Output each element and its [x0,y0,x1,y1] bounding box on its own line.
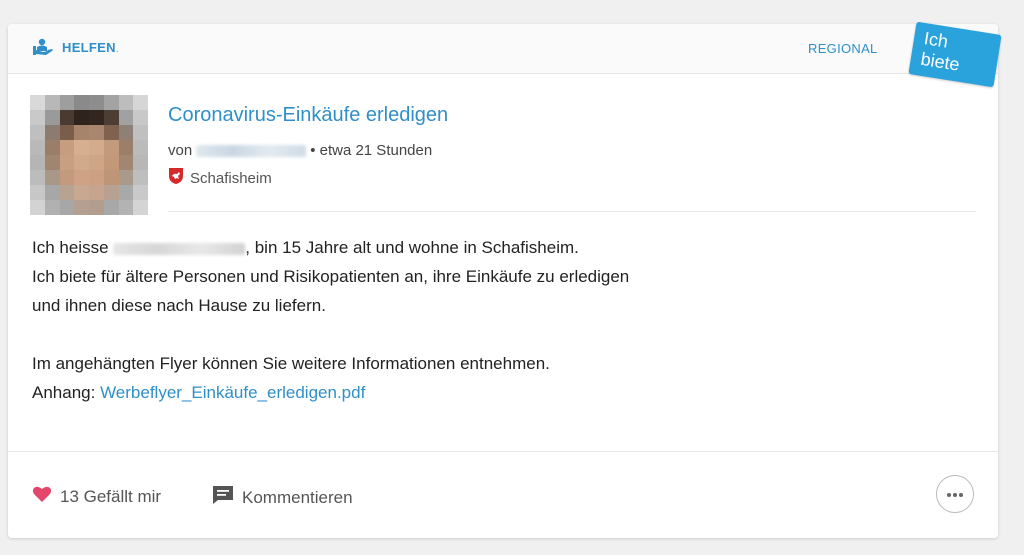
avatar-pixel [89,95,104,110]
avatar-pixel [44,140,60,155]
avatar-pixel [44,185,60,200]
avatar-pixel [30,140,45,155]
body-line: Im angehängten Flyer können Sie weitere … [32,354,550,373]
avatar-pixel [44,125,60,140]
ellipsis-icon [946,485,964,503]
avatar-pixel [30,200,45,215]
avatar-pixel [30,155,45,170]
comment-icon [212,485,234,510]
avatar-pixel [30,125,45,140]
avatar-pixel [59,125,75,140]
like-button[interactable]: 13 Gefällt mir [32,485,161,508]
avatar-pixel [59,95,75,110]
comment-label: Kommentieren [242,487,353,507]
avatar-pixel [89,125,104,140]
avatar-pixel [103,185,119,200]
avatar-pixel [118,140,134,155]
avatar-pixel [103,170,119,185]
avatar-pixel [89,155,104,170]
avatar-pixel [44,170,60,185]
avatar-pixel [118,155,134,170]
post-footer: 13 Gefällt mir Kommentieren [8,452,998,538]
avatar-pixel [89,170,104,185]
avatar-pixel [103,95,119,110]
body-line: Ich biete für ältere Personen und Risiko… [32,267,630,286]
avatar-pixel [103,155,119,170]
avatar-pixel [30,110,45,125]
name-redacted [113,242,246,255]
helping-hand-icon [32,38,54,56]
post-card: HELFEN. REGIONAL Ich biete Coronavirus-E… [8,21,1002,538]
avatar-pixel [59,185,75,200]
avatar-pixel [89,185,104,200]
post-time: • etwa 21 Stunden [310,142,433,159]
post-meta: von • etwa 21 Stunden [168,142,432,159]
avatar-pixel [103,110,119,125]
avatar [30,95,148,215]
avatar-pixel [133,140,148,155]
avatar-pixel [133,170,148,185]
avatar-pixel [44,95,60,110]
avatar-pixel [103,200,119,215]
location-text: Schafisheim [190,169,272,187]
avatar-pixel [30,95,45,110]
avatar-pixel [118,125,134,140]
post-body: Ich heisse , bin 15 Jahre alt und wohne … [32,233,932,407]
avatar-pixel [133,155,148,170]
more-options-button[interactable] [936,475,974,513]
avatar-pixel [74,140,89,155]
comment-button[interactable]: Kommentieren [212,485,353,510]
card-header: HELFEN. REGIONAL [8,24,998,74]
author-name-redacted[interactable] [196,144,307,157]
author-prefix: von [168,142,193,159]
avatar-pixel [118,95,134,110]
avatar-pixel [44,200,60,215]
avatar-pixel [59,155,75,170]
attachment-link[interactable]: Werbeflyer_Einkäufe_erledigen.pdf [100,383,365,402]
avatar-pixel [133,125,148,140]
region-label: REGIONAL [808,41,878,56]
avatar-pixel [118,170,134,185]
avatar-pixel [30,170,45,185]
avatar-pixel [118,110,134,125]
attachment: Anhang: Werbeflyer_Einkäufe_erledigen.pd… [32,378,932,407]
category-text: HELFEN. [62,39,119,55]
avatar-pixel [74,200,89,215]
avatar-pixel [118,185,134,200]
avatar-pixel [133,200,148,215]
avatar-pixel [118,200,134,215]
avatar-pixel [89,140,104,155]
avatar-pixel [59,140,75,155]
body-line: und ihnen diese nach Hause zu liefern. [32,296,326,315]
avatar-pixel [89,200,104,215]
category-label[interactable]: HELFEN. [32,38,119,56]
avatar-pixel [74,95,89,110]
avatar-pixel [103,140,119,155]
avatar-pixel [30,185,45,200]
avatar-pixel [44,110,60,125]
avatar-pixel [133,110,148,125]
avatar-pixel [89,110,104,125]
avatar-pixel [133,185,148,200]
coat-of-arms-icon [168,167,184,189]
avatar-pixel [59,200,75,215]
avatar-pixel [133,95,148,110]
like-count: 13 Gefällt mir [60,486,162,506]
location[interactable]: Schafisheim [168,167,272,189]
avatar-pixel [74,155,89,170]
avatar-pixel [74,185,89,200]
post-title[interactable]: Coronavirus-Einkäufe erledigen [168,104,448,127]
avatar-pixel [59,170,75,185]
avatar-pixel [74,125,89,140]
avatar-pixel [59,110,75,125]
body-line: Ich heisse , bin 15 Jahre alt und wohne … [32,238,579,257]
avatar-pixel [103,125,119,140]
heart-icon [32,485,52,508]
divider [168,211,976,212]
avatar-pixel [44,155,60,170]
avatar-pixel [74,170,89,185]
avatar-pixel [74,110,89,125]
attachment-label: Anhang: [32,383,101,402]
